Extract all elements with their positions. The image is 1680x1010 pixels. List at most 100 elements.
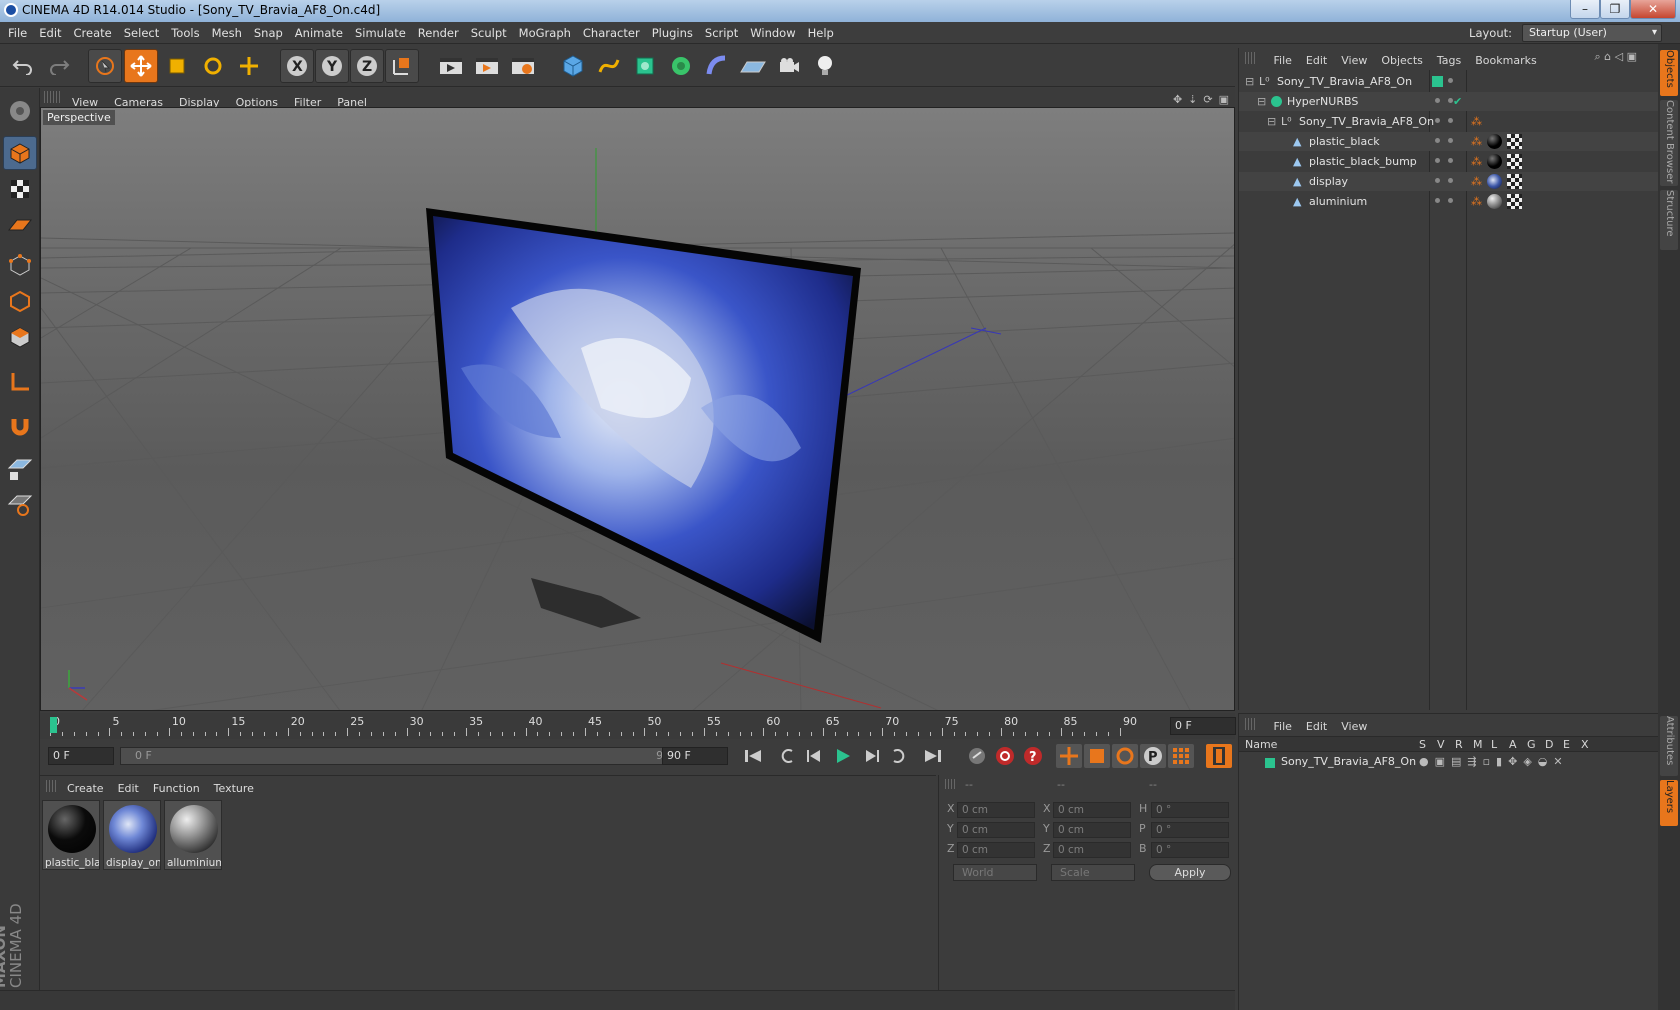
previous-frame-icon[interactable] [802,744,828,768]
layer-menu-file[interactable]: File [1267,717,1299,737]
array-icon[interactable] [664,49,698,83]
start-frame-field[interactable]: 0 F [48,747,114,765]
material-swatch[interactable]: plastic_bla [42,800,100,870]
size-x-field[interactable]: 0 cm [1053,802,1131,818]
snap-icon[interactable] [3,408,37,442]
coordinate-space-select[interactable]: World [953,864,1037,881]
nurbs-icon[interactable] [628,49,662,83]
object-row[interactable]: ⊟ HyperNURBS ✔ [1239,92,1659,111]
menu-tools[interactable]: Tools [165,22,205,44]
make-editable-icon[interactable] [3,94,37,128]
menu-sculpt[interactable]: Sculpt [465,22,513,44]
size-z-field[interactable]: 0 cm [1053,842,1131,858]
size-mode-select[interactable]: Scale [1051,864,1135,881]
live-selection-icon[interactable] [88,49,122,83]
workplane-mode-icon[interactable] [3,208,37,242]
cube-object-icon[interactable] [556,49,590,83]
menu-plugins[interactable]: Plugins [646,22,699,44]
go-to-end-icon[interactable] [920,744,946,768]
axis-mode-icon[interactable] [3,364,37,398]
material-swatch[interactable]: display_on [103,800,161,870]
search-icon[interactable]: ⌕ ⌂ ◁ ▣ [1595,50,1638,64]
material-menu-edit[interactable]: Edit [111,779,146,799]
visibility-dot[interactable] [1448,78,1453,83]
light-icon[interactable] [808,49,842,83]
render-dot[interactable] [1448,118,1453,123]
position-x-field[interactable]: 0 cm [957,802,1035,818]
collapse-icon[interactable]: ⊟ [1245,72,1254,91]
edges-mode-icon[interactable] [3,284,37,318]
objects-menu-edit[interactable]: Edit [1299,51,1334,71]
autokeying-icon[interactable] [992,744,1018,768]
next-frame-icon[interactable] [858,744,884,768]
render-settings-icon[interactable] [506,49,540,83]
phong-tag-icon[interactable]: ⁂ [1471,132,1482,151]
move-icon[interactable] [124,49,158,83]
previous-key-icon[interactable] [774,744,800,768]
enabled-check-icon[interactable]: ✔ [1453,92,1462,111]
tab-objects[interactable]: Objects [1660,50,1678,96]
menu-edit[interactable]: Edit [33,22,67,44]
current-frame-field[interactable]: 0 F [1170,717,1236,735]
material-tag-icon[interactable] [1487,174,1502,189]
layer-color-icon[interactable] [1432,76,1443,87]
render-dot[interactable] [1448,198,1453,203]
deformer-icon[interactable] [700,49,734,83]
objects-menu-file[interactable]: File [1267,51,1299,71]
perspective-viewport[interactable]: Perspective [40,107,1235,711]
timeline-ruler[interactable]: 051015202530354045505560657075808590 0 F [40,713,1236,739]
collapse-icon[interactable]: ⊟ [1257,92,1266,111]
menu-script[interactable]: Script [699,22,744,44]
object-row[interactable]: ▲ plastic_black ⁂ [1239,132,1659,151]
texture-tag-icon[interactable] [1507,194,1522,209]
key-position-icon[interactable] [1056,744,1082,768]
render-dot[interactable] [1448,178,1453,183]
layout-select[interactable]: Startup (User) [1522,24,1662,42]
key-rotation-icon[interactable] [1112,744,1138,768]
layer-row[interactable]: Sony_TV_Bravia_AF8_On ●▣▤⇶▫▮✥◈◒✕ [1239,754,1659,772]
visibility-dot[interactable] [1435,158,1440,163]
objects-menu-tags[interactable]: Tags [1430,51,1468,71]
texture-mode-icon[interactable] [3,172,37,206]
object-row[interactable]: ▲ aluminium ⁂ [1239,192,1659,211]
texture-tag-icon[interactable] [1507,134,1522,149]
undo-icon[interactable] [6,49,40,83]
rotation-p-field[interactable]: 0 ° [1151,822,1229,838]
layer-menu-view[interactable]: View [1334,717,1374,737]
polygons-mode-icon[interactable] [3,320,37,354]
menu-create[interactable]: Create [68,22,118,44]
camera-icon[interactable] [772,49,806,83]
material-swatch[interactable]: alluminium [164,800,222,870]
menu-animate[interactable]: Animate [289,22,349,44]
objects-menu-objects[interactable]: Objects [1374,51,1430,71]
record-keys-icon[interactable] [964,744,990,768]
menu-snap[interactable]: Snap [248,22,289,44]
object-row[interactable]: ▲ plastic_black_bump ⁂ [1239,152,1659,171]
render-view-icon[interactable] [434,49,468,83]
tab-content-browser[interactable]: Content Browser [1660,100,1678,186]
material-menu-function[interactable]: Function [146,779,207,799]
z-axis-lock-icon[interactable]: Z [350,49,384,83]
close-button[interactable]: ✕ [1630,0,1676,19]
phong-tag-icon[interactable]: ⁂ [1471,172,1482,191]
floor-icon[interactable] [736,49,770,83]
material-menu-create[interactable]: Create [60,779,111,799]
visibility-dot[interactable] [1435,98,1440,103]
position-z-field[interactable]: 0 cm [957,842,1035,858]
material-tag-icon[interactable] [1487,194,1502,209]
render-dot[interactable] [1448,138,1453,143]
render-picture-viewer-icon[interactable] [470,49,504,83]
layer-color-icon[interactable] [1265,758,1275,768]
scale-icon[interactable] [160,49,194,83]
object-row[interactable]: ⊟ L⁰ Sony_TV_Bravia_AF8_On ⁂ [1239,112,1659,131]
menu-help[interactable]: Help [802,22,840,44]
workplane-lock-icon[interactable] [3,452,37,486]
keyframe-help-icon[interactable]: ? [1020,744,1046,768]
y-axis-lock-icon[interactable]: Y [315,49,349,83]
points-mode-icon[interactable] [3,248,37,282]
visibility-dot[interactable] [1435,118,1440,123]
locked-workplane-icon[interactable] [3,488,37,522]
texture-tag-icon[interactable] [1507,154,1522,169]
collapse-icon[interactable]: ⊟ [1267,112,1276,131]
menu-file[interactable]: File [2,22,33,44]
